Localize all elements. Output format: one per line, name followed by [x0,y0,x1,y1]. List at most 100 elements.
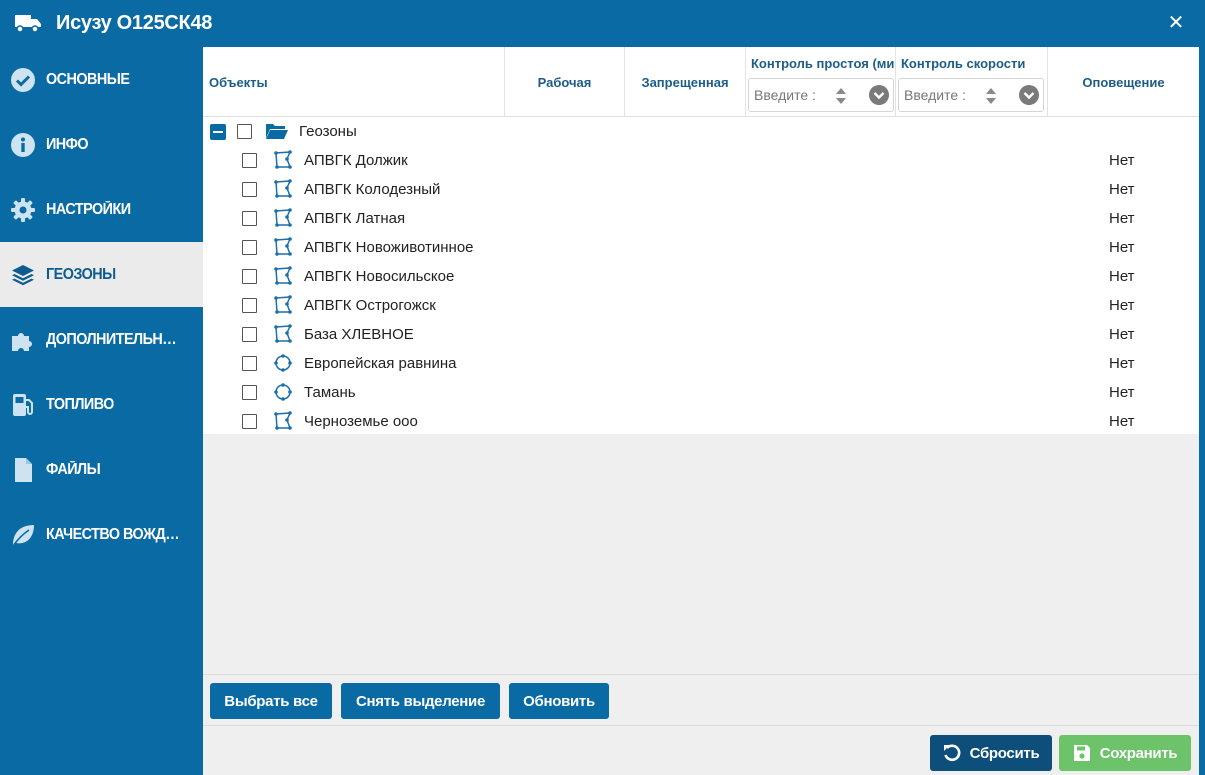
table-row: АПВГК Должик Нет [203,146,1199,175]
sidebar-item-settings[interactable]: НАСТРОЙКИ [0,177,203,242]
close-icon[interactable]: ✕ [1165,12,1187,34]
gear-icon [11,197,35,222]
column-forbidden: Запрещенная [641,74,729,90]
polygon-icon [274,324,292,343]
truck-icon [15,15,41,33]
table-row: АПВГК Новоживотинное Нет [203,233,1199,262]
collapse-toggle[interactable] [210,124,226,140]
row-checkbox[interactable] [242,356,257,371]
group-checkbox[interactable] [237,124,252,139]
row-checkbox[interactable] [242,385,257,400]
notification-value: Нет [1109,239,1135,256]
table-row: АПВГК Латная Нет [203,204,1199,233]
footer: Сбросить Сохранить [203,725,1199,775]
file-icon [15,457,32,482]
layers-icon [12,264,34,285]
sidebar-item-label: НАСТРОЙКИ [46,200,131,218]
geozone-name: АПВГК Острогожск [304,297,436,314]
column-notification: Оповещение [1082,74,1165,90]
refresh-button[interactable]: Обновить [509,683,609,719]
column-idle-control: Контроль простоя (ми Введите : [745,47,896,117]
sidebar-item-label: ТОПЛИВО [46,395,114,413]
column-objects: Объекты [203,47,505,117]
deselect-button[interactable]: Снять выделение [341,683,500,719]
polygon-icon [274,295,292,314]
row-checkbox[interactable] [242,414,257,429]
circle-zone-icon [274,354,292,372]
notification-value: Нет [1109,210,1135,227]
notification-value: Нет [1109,152,1135,169]
puzzle-icon [12,332,32,351]
action-bar: Выбрать все Снять выделение Обновить [203,674,1199,725]
notification-value: Нет [1109,268,1135,285]
notification-value: Нет [1109,181,1135,198]
column-speed-control: Контроль скорости Введите : [896,47,1048,117]
geozone-name: АПВГК Латная [304,210,406,227]
table-row: Тамань Нет [203,378,1199,407]
geozone-name: Черноземье ооо [304,413,418,430]
geozone-name: АПВГК Колодезный [304,181,441,198]
sidebar-item-info[interactable]: ИНФО [0,112,203,177]
geozone-name: АПВГК Новоживотинное [304,239,474,256]
sidebar-item-files[interactable]: ФАЙЛЫ [0,437,203,502]
save-button[interactable]: Сохранить [1059,735,1191,771]
row-checkbox[interactable] [242,211,257,226]
sidebar-item-fuel[interactable]: ТОПЛИВО [0,372,203,437]
sidebar-item-label: ИНФО [46,135,89,153]
geozone-name: АПВГК Новосильское [304,268,455,285]
polygon-icon [274,237,292,256]
row-checkbox[interactable] [242,153,257,168]
info-circle-icon [11,132,35,157]
table-header: Объекты Рабочая Запрещенная Контроль про… [203,47,1199,117]
geozone-name: База ХЛЕВНОЕ [304,326,414,343]
chevron-down-icon[interactable] [869,85,889,105]
folder-open-icon [266,124,288,139]
sidebar-item-label: КАЧЕСТВО ВОЖДЕНИЯ [46,525,187,543]
idle-control-input[interactable]: Введите : [748,78,894,112]
spinner-arrows-icon[interactable] [983,85,999,107]
polygon-icon [274,150,292,169]
sidebar-item-additional[interactable]: ДОПОЛНИТЕЛЬНЫЕ П... [0,307,203,372]
speed-control-input[interactable]: Введите : [898,78,1044,112]
row-checkbox[interactable] [242,298,257,313]
polygon-icon [274,208,292,227]
sidebar-item-label: ОСНОВНЫЕ [46,70,130,88]
polygon-icon [274,411,292,430]
chevron-down-icon[interactable] [1019,85,1039,105]
row-checkbox[interactable] [242,182,257,197]
circle-zone-icon [274,383,292,401]
table-row: АПВГК Острогожск Нет [203,291,1199,320]
group-label: Геозоны [299,123,357,140]
sidebar-item-main[interactable]: ОСНОВНЫЕ [0,47,203,112]
title-bar: Исузу О125СК48 ✕ [0,0,1205,47]
notification-value: Нет [1109,297,1135,314]
check-circle-icon [11,67,35,92]
table-row: АПВГК Колодезный Нет [203,175,1199,204]
sidebar-item-label: ГЕОЗОНЫ [46,265,116,283]
table-row: База ХЛЕВНОЕ Нет [203,320,1199,349]
window-title: Исузу О125СК48 [56,12,213,34]
spinner-arrows-icon[interactable] [833,85,849,107]
reset-button[interactable]: Сбросить [930,735,1052,771]
sidebar-item-label: ФАЙЛЫ [46,460,101,478]
notification-value: Нет [1109,413,1135,430]
row-checkbox[interactable] [242,240,257,255]
tree-group-row: Геозоны [203,117,1199,146]
sidebar-item-geozones[interactable]: ГЕОЗОНЫ [0,242,203,307]
select-all-button[interactable]: Выбрать все [210,683,332,719]
column-working: Рабочая [505,47,625,117]
polygon-icon [274,266,292,285]
polygon-icon [274,179,292,198]
sidebar-item-label: ДОПОЛНИТЕЛЬНЫЕ П... [46,330,187,348]
sidebar-item-driving-quality[interactable]: КАЧЕСТВО ВОЖДЕНИЯ [0,502,203,567]
row-checkbox[interactable] [242,327,257,342]
table-row: АПВГК Новосильское Нет [203,262,1199,291]
table-row: Черноземье ооо Нет [203,407,1199,436]
row-checkbox[interactable] [242,269,257,284]
geozone-name: Тамань [304,384,356,401]
geozone-name: Европейская равнина [304,355,457,372]
sidebar: ОСНОВНЫЕ ИНФО НАСТРОЙКИ ГЕОЗОНЫ ДОПОЛНИТ… [0,47,203,775]
leaf-icon [12,524,34,546]
notification-value: Нет [1109,326,1135,343]
window-edge [1199,47,1205,775]
